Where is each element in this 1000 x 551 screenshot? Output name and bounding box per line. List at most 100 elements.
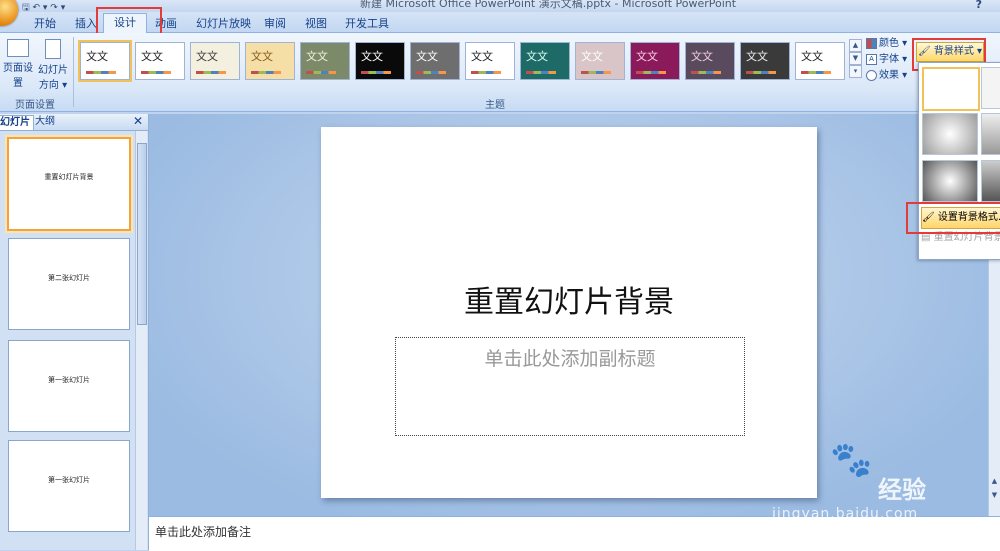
tab-slides[interactable]: 幻灯片: [0, 115, 34, 130]
thumbnail-title: 第二张幻灯片: [48, 274, 90, 282]
bg-style-cell[interactable]: [981, 67, 1000, 109]
effects-label: 效果 ▾: [879, 70, 908, 81]
theme-color-bars: [361, 71, 391, 74]
colors-icon: [866, 37, 877, 49]
subtitle-placeholder-text: 单击此处添加副标题: [484, 348, 656, 370]
background-styles-button[interactable]: 🖌 背景样式 ▾: [916, 42, 984, 62]
thumbnail-title: 重置幻灯片背景: [44, 173, 94, 181]
previous-slide-icon[interactable]: ▲: [990, 476, 999, 486]
reset-background-menu-item[interactable]: ▤ 重置幻灯片背景: [921, 229, 1000, 247]
theme-label: 文文: [636, 50, 658, 63]
title-bar: 新建 Microsoft Office PowerPoint 演示文稿.pptx…: [0, 0, 1000, 12]
notes-pane[interactable]: 单击此处添加备注: [149, 516, 1000, 551]
theme-thumbnail[interactable]: 文文: [190, 42, 240, 80]
themes-group-label: 主题: [485, 100, 505, 111]
theme-label: 文文: [801, 50, 823, 63]
bg-style-cell[interactable]: [981, 160, 1000, 202]
slide-orientation-button[interactable]: 幻灯片 方向 ▾: [38, 39, 68, 91]
window-title: 新建 Microsoft Office PowerPoint 演示文稿.pptx…: [360, 0, 737, 10]
notes-placeholder: 单击此处添加备注: [155, 525, 252, 539]
tab-view[interactable]: 视图: [305, 15, 327, 31]
theme-label: 文文: [581, 50, 603, 63]
theme-label: 文文: [251, 50, 273, 63]
fonts-icon: A: [866, 53, 877, 65]
theme-thumbnail[interactable]: 文文: [465, 42, 515, 80]
theme-thumbnail[interactable]: 文文: [520, 42, 570, 80]
theme-label: 文文: [141, 50, 163, 63]
tab-slideshow[interactable]: 幻灯片放映: [196, 15, 251, 31]
subtitle-placeholder[interactable]: 单击此处添加副标题: [395, 337, 745, 436]
theme-thumbnail[interactable]: 文文: [575, 42, 625, 80]
format-background-menu-item[interactable]: 🖌 设置背景格式...: [921, 207, 1000, 229]
theme-thumbnail[interactable]: 文文: [355, 42, 405, 80]
fonts-label: 字体 ▾: [879, 54, 908, 65]
slide-thumbnail[interactable]: 第一张幻灯片: [8, 340, 130, 432]
theme-label: 文文: [471, 50, 493, 63]
current-slide[interactable]: 重置幻灯片背景 单击此处添加副标题: [321, 127, 817, 498]
next-slide-icon[interactable]: ▼: [990, 490, 999, 500]
orientation-label-2: 方向 ▾: [38, 80, 68, 91]
theme-thumbnail[interactable]: 文文: [795, 42, 845, 80]
theme-thumbnail[interactable]: 文文: [410, 42, 460, 80]
tab-design[interactable]: 设计: [103, 13, 147, 33]
tab-review[interactable]: 审阅: [264, 15, 286, 31]
slide-thumbnail[interactable]: 第一张幻灯片: [8, 440, 130, 532]
thumbnails-scrollbar[interactable]: [135, 131, 147, 550]
theme-label: 文文: [86, 50, 108, 63]
theme-thumbnail[interactable]: 文文: [630, 42, 680, 80]
theme-color-bars: [746, 71, 776, 74]
theme-thumbnail[interactable]: 文文: [740, 42, 790, 80]
colors-label: 颜色 ▾: [879, 38, 908, 49]
slide-edit-area: 重置幻灯片背景 单击此处添加副标题: [149, 114, 988, 516]
theme-color-bars: [636, 71, 666, 74]
bg-style-cell[interactable]: [922, 67, 980, 111]
slide-title[interactable]: 重置幻灯片背景: [321, 277, 817, 321]
reset-background-label: 重置幻灯片背景: [933, 232, 1000, 243]
theme-label: 文文: [746, 50, 768, 63]
background-styles-icon: 🖌: [917, 46, 931, 57]
slides-pane: 幻灯片 大纲 ✕ 重置幻灯片背景 第二张幻灯片 第一张幻灯片 第一张幻灯片: [0, 114, 149, 550]
page-setup-button[interactable]: 页面设置: [0, 39, 36, 89]
help-icon[interactable]: ?: [976, 0, 982, 11]
theme-color-bars: [691, 71, 721, 74]
theme-color-bars: [416, 71, 446, 74]
gallery-down-arrow[interactable]: ▼: [849, 52, 862, 65]
bg-style-cell[interactable]: [981, 113, 1000, 155]
slide-thumbnail[interactable]: 第二张幻灯片: [8, 238, 130, 330]
ribbon: 页面设置 幻灯片 方向 ▾ 页面设置 ▲ ▼ ▾ 颜色 ▾ A 字体 ▾ 效果 ▾…: [0, 33, 1000, 112]
theme-fonts-button[interactable]: A 字体 ▾: [866, 53, 907, 67]
close-icon[interactable]: ✕: [133, 114, 143, 128]
theme-label: 文文: [691, 50, 713, 63]
gallery-more-arrow[interactable]: ▾: [849, 65, 862, 78]
format-background-label: 设置背景格式...: [937, 212, 1000, 223]
slide-thumbnail[interactable]: 重置幻灯片背景: [7, 137, 131, 231]
background-styles-panel: 🖌 设置背景格式... ▤ 重置幻灯片背景: [918, 62, 1000, 260]
tab-developer[interactable]: 开发工具: [345, 15, 389, 31]
thumbnail-title: 第一张幻灯片: [48, 476, 90, 484]
theme-thumbnail[interactable]: 文文: [135, 42, 185, 80]
quick-access-toolbar[interactable]: 🖫 ↶ ▾ ↷ ▾: [22, 0, 65, 12]
theme-label: 文文: [306, 50, 328, 63]
scrollbar-thumb[interactable]: [137, 143, 147, 325]
tab-outline[interactable]: 大纲: [32, 115, 58, 129]
bg-style-cell[interactable]: [922, 160, 978, 202]
tab-animations[interactable]: 动画: [155, 15, 177, 31]
page-setup-icon: [7, 39, 29, 57]
gallery-up-arrow[interactable]: ▲: [849, 39, 862, 52]
bg-style-cell[interactable]: [922, 113, 978, 155]
tab-home[interactable]: 开始: [34, 15, 56, 31]
theme-thumbnail[interactable]: 文文: [245, 42, 295, 80]
theme-effects-button[interactable]: 效果 ▾: [866, 69, 907, 83]
ribbon-tabs: 开始 插入 设计 动画 幻灯片放映 审阅 视图 开发工具: [0, 12, 1000, 33]
theme-thumbnail[interactable]: 文文: [685, 42, 735, 80]
format-background-icon: 🖌: [922, 212, 935, 223]
tab-insert[interactable]: 插入: [75, 15, 97, 31]
reset-background-icon: ▤: [921, 232, 931, 243]
theme-thumbnail[interactable]: 文文: [300, 42, 350, 80]
theme-thumbnail[interactable]: 文文: [80, 42, 130, 80]
group-divider: [73, 37, 74, 107]
page-setup-group-label: 页面设置: [15, 100, 55, 111]
background-styles-label: 背景样式 ▾: [933, 46, 983, 57]
theme-colors-button[interactable]: 颜色 ▾: [866, 37, 907, 51]
theme-label: 文文: [416, 50, 438, 63]
